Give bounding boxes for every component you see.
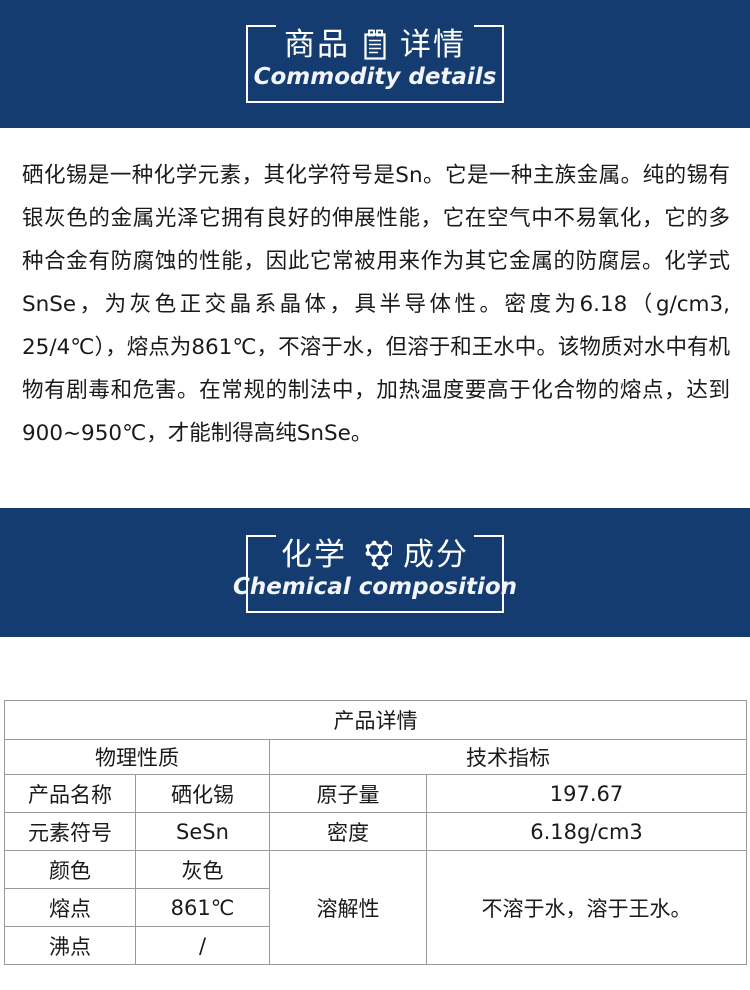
commodity-banner-subtitle: Commodity details [253, 64, 497, 90]
chemical-title-cn-left: 化学 [281, 537, 347, 573]
cell-value-density: 6.18g/cm3 [426, 812, 747, 851]
table-header-physical: 物理性质 [4, 739, 270, 775]
commodity-title-cn-right: 详情 [400, 27, 466, 63]
cell-value-color: 灰色 [135, 850, 270, 889]
table-row: 产品详情 [4, 700, 747, 740]
table-header-technical: 技术指标 [269, 739, 747, 775]
table-caption-cell: 产品详情 [4, 700, 747, 740]
commodity-banner-title: 商品 详情 [0, 27, 750, 63]
table-row: 颜色 灰色 溶解性 不溶于水，溶于王水。 [4, 850, 747, 965]
cell-label-product-name: 产品名称 [4, 774, 136, 813]
cell-label-atomic-weight: 原子量 [269, 774, 427, 813]
cell-value-product-name: 硒化锡 [135, 774, 270, 813]
cell-label-element-symbol: 元素符号 [4, 812, 136, 851]
molecule-icon [358, 539, 392, 571]
chemical-title-cn-right: 成分 [403, 537, 469, 573]
product-description-paragraph: 硒化锡是一种化学元素，其化学符号是Sn。它是一种主族金属。纯的锡有银灰色的金属光… [22, 163, 730, 446]
clipboard-icon [361, 29, 389, 61]
commodity-details-banner: 商品 详情 Commodity details [0, 0, 750, 128]
table-row: 物理性质 技术指标 [4, 739, 747, 775]
cell-value-atomic-weight: 197.67 [426, 774, 747, 813]
cell-value-element-symbol: SeSn [135, 812, 270, 851]
product-spec-table: 产品详情 物理性质 技术指标 产品名称 硒化锡 原子量 197.67 元素符号 … [4, 700, 747, 965]
cell-value-solubility: 不溶于水，溶于王水。 [426, 850, 747, 965]
cell-value-boiling-point: / [135, 926, 270, 965]
cell-label-density: 密度 [269, 812, 427, 851]
table-row: 元素符号 SeSn 密度 6.18g/cm3 [4, 812, 747, 851]
table-row: 产品名称 硒化锡 原子量 197.67 [4, 774, 747, 813]
chemical-banner-title: 化学 成分 [0, 537, 750, 573]
cell-label-color: 颜色 [4, 850, 136, 889]
product-detail-page: 商品 详情 Commodity details 硒化锡是一种化学元素，其化学符号… [0, 0, 750, 990]
commodity-title-cn-left: 商品 [284, 27, 350, 63]
cell-label-solubility: 溶解性 [269, 850, 427, 965]
cell-label-melting-point: 熔点 [4, 888, 136, 927]
cell-label-boiling-point: 沸点 [4, 926, 136, 965]
chemical-banner-subtitle: Chemical composition [232, 574, 518, 600]
chemical-composition-banner: 化学 成分 Chemical composition [0, 508, 750, 637]
cell-value-melting-point: 861℃ [135, 888, 270, 927]
